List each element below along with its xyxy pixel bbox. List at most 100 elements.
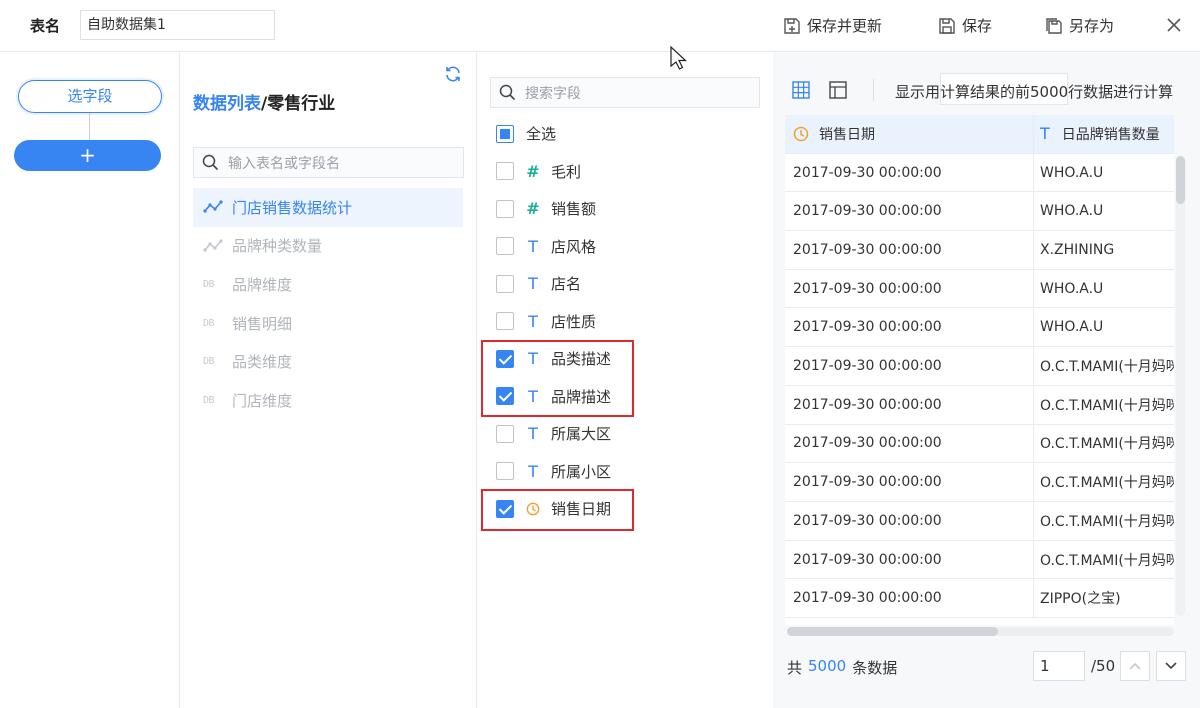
table-cell: O.C.T.MAMI(十月妈咪) (1040, 513, 1174, 530)
page-next-button[interactable] (1156, 651, 1186, 681)
table-cell: O.C.T.MAMI(十月妈咪) (1040, 552, 1174, 569)
db-table-icon: DB (203, 394, 215, 406)
column-header-label: 日品牌销售数量 (1061, 126, 1160, 143)
field-row[interactable]: T 店风格 (496, 228, 766, 266)
table-name-input[interactable]: 自助数据集1 (80, 10, 275, 40)
field-checkbox[interactable] (496, 237, 514, 256)
table-item-sales-detail[interactable]: DB 销售明细 (193, 304, 463, 343)
table-row: 2017-09-30 00:00:00 WHO.A.U (785, 269, 1174, 309)
fields-panel: 搜索字段 全选 # 毛利 # 销售额 T 店风格 T 店名 T 店性质 T 品类… (478, 52, 772, 708)
field-row[interactable]: T 所属小区 (496, 453, 766, 491)
table-row: 2017-09-30 00:00:00 O.C.T.MAMI(十月妈咪) (785, 424, 1174, 464)
table-item-store-sales[interactable]: 门店销售数据统计 (193, 188, 463, 227)
layout-view-icon[interactable] (829, 81, 847, 99)
table-cell: 2017-09-30 00:00:00 (785, 308, 1034, 347)
add-step-button[interactable]: + (14, 140, 161, 171)
table-item-label: 品牌种类数量 (232, 237, 323, 256)
vertical-scrollbar[interactable] (1176, 156, 1185, 616)
text-type-icon: T (528, 274, 538, 294)
horizontal-scroll-thumb[interactable] (787, 627, 998, 636)
field-row[interactable]: T 店性质 (496, 303, 766, 341)
save-button[interactable]: 保存 (938, 15, 992, 36)
table-row: 2017-09-30 00:00:00 O.C.T.MAMI(十月妈咪) (785, 385, 1174, 425)
page-prev-button[interactable] (1120, 651, 1150, 681)
field-search-input[interactable]: 搜索字段 (490, 77, 760, 108)
field-checkbox[interactable] (496, 312, 514, 331)
save-as-icon (1046, 17, 1062, 34)
steps-panel: 选字段 + (0, 52, 180, 708)
db-table-icon: DB (203, 278, 215, 290)
record-count: 共 5000 条数据 (787, 657, 897, 678)
table-cell: WHO.A.U (1040, 280, 1104, 297)
column-header-brand-qty[interactable]: T 日品牌销售数量 (1034, 115, 1174, 153)
field-row[interactable]: # 销售额 (496, 190, 766, 228)
text-type-icon: T (1040, 124, 1050, 144)
toolbar-divider (873, 79, 874, 101)
table-row: 2017-09-30 00:00:00 O.C.T.MAMI(十月妈咪) (785, 502, 1174, 541)
table-search-input[interactable]: 输入表名或字段名 (193, 147, 464, 178)
tables-panel: 数据列表/零售行业 输入表名或字段名 门店销售数据统计 品牌种类数量 DB 品牌… (181, 52, 477, 708)
table-cell: 2017-09-30 00:00:00 (785, 269, 1034, 308)
column-header-label: 销售日期 (819, 126, 875, 143)
table-cell: O.C.T.MAMI(十月妈咪) (1040, 436, 1174, 453)
search-icon (499, 84, 516, 101)
table-item-store-dim[interactable]: DB 门店维度 (193, 381, 463, 420)
table-cell: WHO.A.U (1040, 319, 1104, 336)
column-header-sales-date[interactable]: 销售日期 (785, 115, 1034, 153)
table-row: 2017-09-30 00:00:00 X.ZHINING (785, 231, 1174, 270)
vertical-scroll-thumb[interactable] (1176, 156, 1185, 204)
table-cell: 2017-09-30 00:00:00 (785, 424, 1034, 463)
grid-view-icon[interactable] (792, 81, 810, 99)
table-list: 门店销售数据统计 品牌种类数量 DB 品牌维度 DB 销售明细 DB 品类维度 … (193, 188, 463, 420)
field-checkbox[interactable] (496, 462, 514, 481)
save-and-update-button[interactable]: 保存并更新 (783, 15, 882, 36)
table-row: 2017-09-30 00:00:00 O.C.T.MAMI(十月妈咪) (785, 463, 1174, 502)
table-cell: O.C.T.MAMI(十月妈咪) (1040, 475, 1174, 492)
field-row[interactable]: # 毛利 (496, 153, 766, 191)
field-label: 所属小区 (551, 462, 612, 481)
field-checkbox[interactable] (496, 424, 514, 443)
save-as-button[interactable]: 另存为 (1045, 15, 1114, 36)
breadcrumb-root[interactable]: 数据列表 (193, 94, 261, 114)
clock-icon (793, 126, 809, 142)
table-cell: WHO.A.U (1040, 203, 1104, 220)
count-prefix: 共 (787, 659, 803, 677)
field-checkbox[interactable] (496, 162, 514, 181)
top-bar: 表名 自助数据集1 保存并更新 保存 另存为 (0, 0, 1200, 52)
chevron-down-icon (1165, 662, 1177, 670)
table-item-category-dim[interactable]: DB 品类维度 (193, 342, 463, 381)
select-all-row[interactable]: 全选 (496, 115, 766, 153)
step-connector (89, 113, 90, 141)
page-total: /50 (1091, 657, 1116, 675)
field-row[interactable]: T 店名 (496, 265, 766, 303)
field-row[interactable]: T 所属大区 (496, 415, 766, 453)
table-item-brand-count[interactable]: 品牌种类数量 (193, 227, 463, 266)
highlight-box-category-brand (481, 340, 634, 417)
table-name-label: 表名 (30, 17, 61, 35)
table-item-label: 品牌维度 (232, 275, 293, 294)
table-item-label: 门店维度 (232, 391, 293, 410)
page-number-input[interactable]: 1 (1033, 651, 1085, 681)
field-label: 销售额 (551, 200, 597, 219)
refresh-icon[interactable] (444, 65, 462, 83)
table-header-row: 销售日期 T 日品牌销售数量 (785, 115, 1174, 154)
field-checkbox[interactable] (496, 199, 514, 218)
field-label: 毛利 (551, 162, 582, 181)
text-type-icon: T (528, 461, 538, 481)
table-item-brand-dim[interactable]: DB 品牌维度 (193, 265, 463, 304)
horizontal-scrollbar[interactable] (787, 627, 1174, 636)
table-cell: 2017-09-30 00:00:00 (785, 192, 1034, 231)
table-row: 2017-09-30 00:00:00 WHO.A.U (785, 192, 1174, 232)
field-checkbox[interactable] (496, 274, 514, 293)
table-row: 2017-09-30 00:00:00 WHO.A.U (785, 153, 1174, 193)
save-label: 保存 (962, 17, 993, 35)
text-type-icon: T (528, 424, 538, 444)
table-cell: X.ZHINING (1040, 241, 1115, 258)
close-icon[interactable] (1165, 16, 1183, 34)
select-all-checkbox[interactable] (496, 124, 514, 143)
table-row: 2017-09-30 00:00:00 O.C.T.MAMI(十月妈咪) (785, 347, 1174, 386)
save-update-icon (784, 17, 800, 34)
select-fields-step[interactable]: 选字段 (18, 80, 162, 113)
preview-hint-text: 显示用计算结果的前5000行数据进行计算 (895, 83, 1174, 101)
table-item-label: 销售明细 (232, 314, 293, 333)
